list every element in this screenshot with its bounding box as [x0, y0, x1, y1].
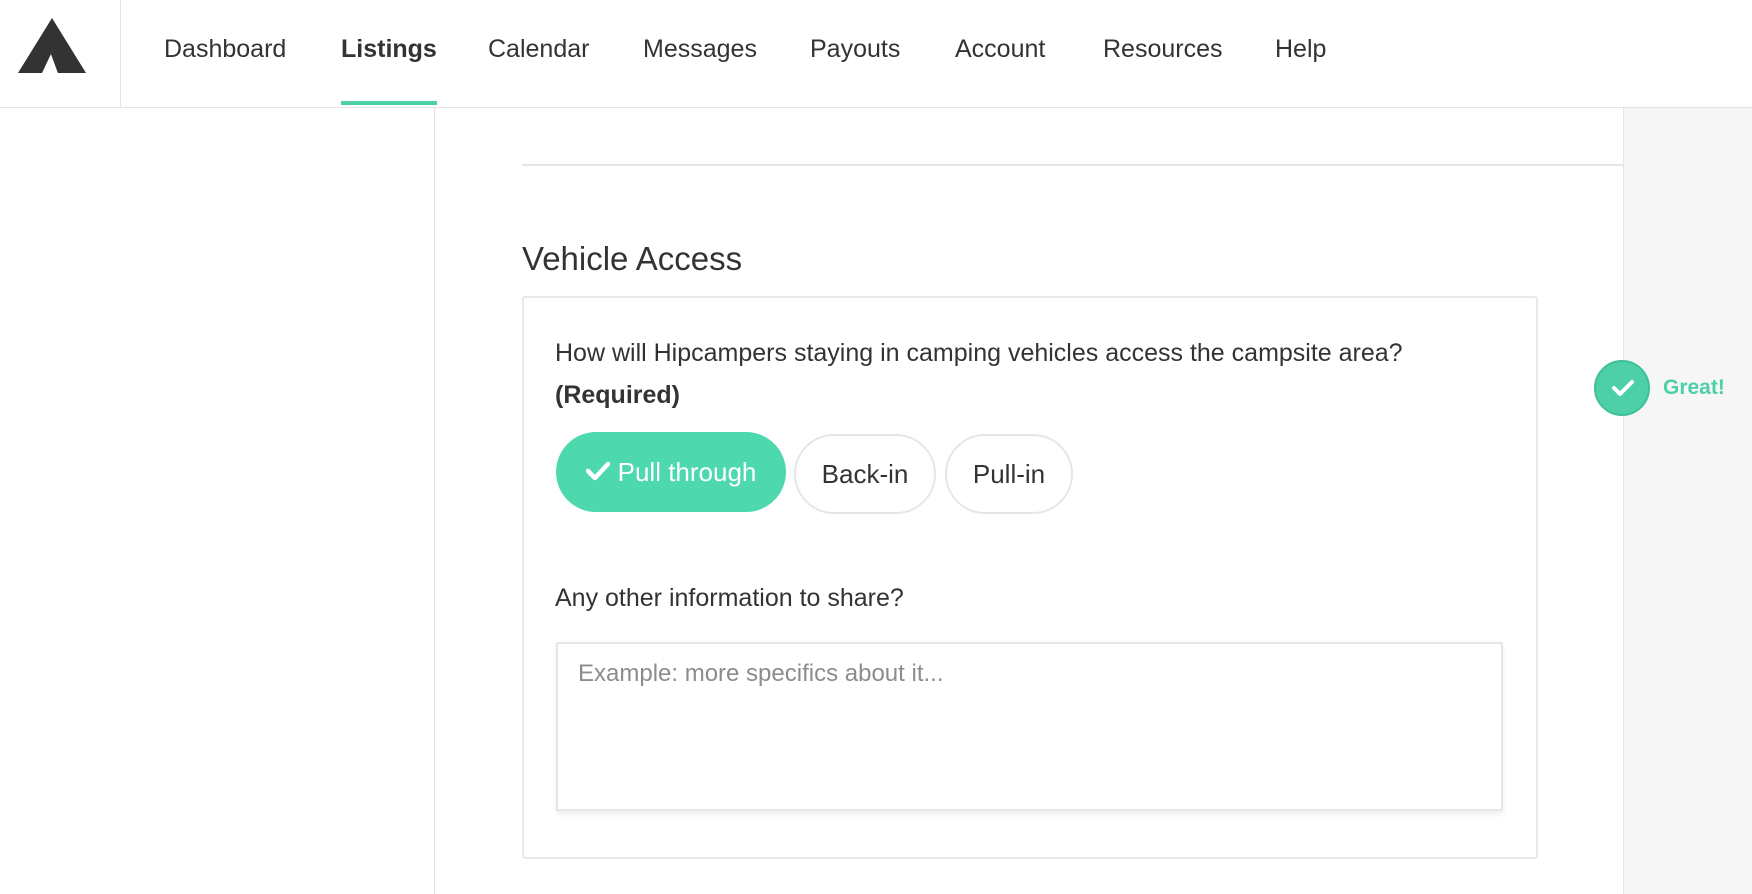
nav-dashboard[interactable]: Dashboard [164, 0, 286, 107]
option-pull-through-label: Pull through [617, 457, 757, 487]
section-title: Vehicle Access [522, 240, 743, 277]
nav-listings[interactable]: Listings [341, 0, 437, 107]
other-info-label: Any other information to share? [555, 584, 904, 612]
nav-resources-label: Resources [1103, 35, 1223, 63]
nav-account-label: Account [955, 35, 1046, 63]
nav-calendar-label: Calendar [488, 35, 590, 63]
option-pull-in-label: Pull-in [972, 459, 1046, 489]
nav-help[interactable]: Help [1275, 0, 1326, 107]
logo-link[interactable] [0, 0, 121, 107]
option-pull-in-button[interactable]: Pull-in [945, 434, 1073, 514]
nav-messages-label: Messages [643, 35, 757, 63]
active-tab-indicator [341, 101, 437, 105]
other-info-textarea[interactable] [556, 642, 1503, 811]
check-circle-icon [1594, 360, 1650, 416]
nav-account[interactable]: Account [955, 0, 1045, 107]
status-great-text: Great! [1663, 376, 1725, 399]
section-divider [522, 164, 1623, 166]
right-status-panel [1623, 108, 1752, 894]
vehicle-access-question: How will Hipcampers staying in camping v… [555, 332, 1515, 416]
left-sidebar-panel [0, 108, 435, 894]
check-icon [1612, 380, 1634, 396]
option-pull-through-button[interactable]: Pull through [556, 432, 786, 512]
nav-listings-label: Listings [341, 35, 437, 63]
option-back-in-label: Back-in [821, 459, 909, 489]
nav-resources[interactable]: Resources [1103, 0, 1223, 107]
nav-calendar[interactable]: Calendar [488, 0, 589, 107]
question-text: How will Hipcampers staying in camping v… [555, 339, 1403, 367]
check-icon [585, 461, 610, 481]
required-label: (Required) [555, 381, 680, 409]
nav-payouts[interactable]: Payouts [810, 0, 900, 107]
nav-help-label: Help [1275, 35, 1327, 63]
top-navigation-bar: Dashboard Listings Calendar Messages Pay… [0, 0, 1752, 108]
nav-messages[interactable]: Messages [643, 0, 757, 107]
nav-payouts-label: Payouts [810, 35, 901, 63]
hipcamp-logo-icon [18, 18, 86, 73]
option-back-in-button[interactable]: Back-in [794, 434, 936, 514]
nav-dashboard-label: Dashboard [164, 35, 287, 63]
